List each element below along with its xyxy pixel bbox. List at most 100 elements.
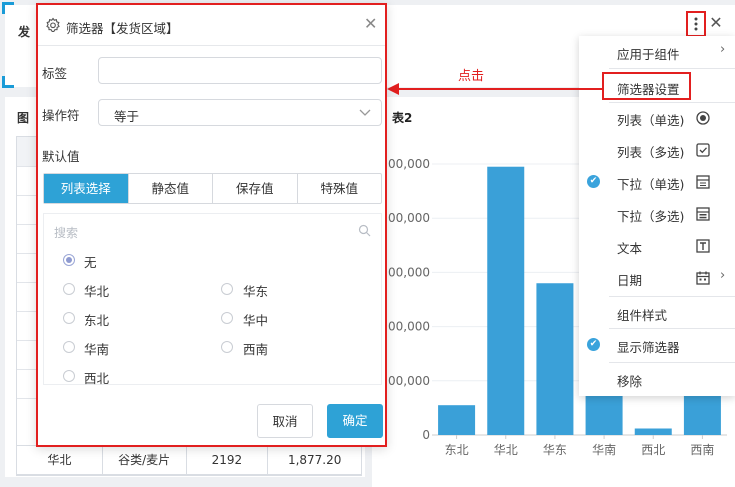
- y-tick-label: 00,000: [388, 211, 430, 225]
- menu-item-remove[interactable]: 移除: [579, 363, 735, 395]
- close-icon[interactable]: ✕: [364, 14, 377, 33]
- operator-select-value: 等于: [114, 109, 140, 124]
- dropdown-icon: [696, 175, 710, 189]
- bar[interactable]: [438, 405, 476, 435]
- search-icon: [358, 224, 371, 237]
- menu-item-label: 日期: [617, 273, 643, 288]
- radio-option[interactable]: [221, 341, 233, 353]
- menu-item-label: 列表（单选): [617, 113, 685, 128]
- menu-item-dropdown-single[interactable]: ✔ 下拉（单选): [579, 166, 735, 198]
- radio-option[interactable]: [63, 283, 75, 295]
- menu-item-date[interactable]: 日期 ›: [579, 262, 735, 294]
- selection-corner: [2, 2, 14, 14]
- menu-item-dropdown-multi[interactable]: 下拉（多选): [579, 198, 735, 230]
- chevron-down-icon: [359, 109, 371, 116]
- tab-special-value[interactable]: 特殊值: [298, 174, 382, 203]
- table-cell: 华北: [17, 446, 103, 474]
- y-tick-label: 00,000: [388, 374, 430, 388]
- option-label: 东北: [84, 313, 110, 328]
- option-label: 华南: [84, 342, 110, 357]
- dialog-header: 筛选器【发货区域】 ✕: [38, 5, 385, 46]
- check-icon: ✔: [587, 338, 600, 351]
- chart-title: 表2: [392, 111, 413, 125]
- menu-item-list-multi[interactable]: 列表（多选): [579, 134, 735, 166]
- annotation-arrow: [398, 88, 602, 90]
- menu-item-apply-to-component[interactable]: 应用于组件 ›: [579, 36, 735, 68]
- radio-option-none[interactable]: [63, 254, 75, 266]
- label-input[interactable]: [98, 57, 382, 84]
- x-tick-label: 华东: [543, 443, 567, 457]
- table-cell: 2192: [187, 446, 269, 474]
- menu-item-label: 列表（多选): [617, 145, 685, 160]
- option-label: 无: [84, 255, 97, 270]
- menu-item-label: 下拉（多选): [617, 209, 685, 224]
- bar[interactable]: [634, 428, 672, 435]
- more-vertical-icon: [694, 17, 698, 31]
- bar[interactable]: [683, 391, 721, 435]
- gear-icon: [46, 17, 60, 33]
- operator-select[interactable]: 等于: [98, 99, 382, 126]
- menu-item-label: 移除: [617, 374, 643, 389]
- radio-option[interactable]: [63, 341, 75, 353]
- x-tick-label: 西南: [690, 442, 714, 457]
- menu-item-text[interactable]: 文本: [579, 230, 735, 262]
- close-icon[interactable]: ✕: [707, 12, 725, 34]
- x-tick-label: 西北: [641, 443, 665, 457]
- highlight-box: [602, 72, 691, 100]
- text-icon: [696, 239, 710, 253]
- option-list: 搜索 无 华北 华东 东北 华中 华南 西南 西北: [43, 213, 382, 386]
- radio-option[interactable]: [63, 370, 75, 382]
- bar[interactable]: [487, 166, 525, 435]
- y-tick-label: 0: [422, 428, 430, 442]
- table-title: 图: [17, 111, 30, 125]
- menu-item-label: 下拉（单选): [617, 177, 685, 192]
- annotation-label: 点击: [458, 69, 485, 84]
- table-cell: 谷类/麦片: [103, 446, 187, 474]
- default-value-tabs: 列表选择 静态值 保存值 特殊值: [43, 173, 382, 204]
- confirm-button[interactable]: 确定: [327, 404, 383, 438]
- tab-static-value[interactable]: 静态值: [129, 174, 213, 203]
- x-tick-label: 华北: [494, 443, 518, 457]
- table-cell: 1,877.20: [287, 453, 342, 467]
- card-title: 发: [18, 25, 31, 39]
- option-label: 华东: [243, 284, 269, 299]
- bar[interactable]: [585, 391, 623, 435]
- radio-option[interactable]: [221, 312, 233, 324]
- x-tick-label: 东北: [445, 443, 469, 457]
- selection-corner: [2, 76, 14, 88]
- chevron-right-icon: ›: [720, 42, 726, 57]
- checkbox-icon: [696, 143, 710, 157]
- option-label: 西南: [243, 342, 269, 357]
- menu-item-label: 应用于组件: [617, 47, 680, 62]
- default-value-label: 默认值: [42, 149, 80, 164]
- menu-item-label: 组件样式: [617, 308, 668, 323]
- option-label: 华中: [243, 313, 269, 328]
- cancel-button[interactable]: 取消: [257, 404, 313, 438]
- y-tick-label: 00,000: [388, 320, 430, 334]
- table-row[interactable]: 华北 谷类/麦片 2192 1,877.20: [16, 445, 362, 475]
- y-tick-label: 00,000: [388, 265, 430, 279]
- radio-option[interactable]: [221, 283, 233, 295]
- option-label: 华北: [84, 284, 110, 299]
- tab-saved-value[interactable]: 保存值: [213, 174, 298, 203]
- filter-settings-dialog: 筛选器【发货区域】 ✕ 标签 操作符 等于 默认值 列表选择 静态值 保存值 特…: [36, 3, 387, 447]
- calendar-icon: [696, 271, 710, 285]
- label-field-label: 标签: [42, 66, 68, 81]
- x-tick-label: 华南: [592, 442, 616, 457]
- check-icon: ✔: [587, 175, 600, 188]
- menu-item-label: 文本: [617, 241, 643, 256]
- menu-item-component-style[interactable]: 组件样式: [579, 297, 735, 329]
- radio-icon: [696, 111, 710, 125]
- arrow-left-icon: [387, 83, 399, 95]
- menu-item-show-filter[interactable]: ✔ 显示筛选器: [579, 329, 735, 361]
- dialog-title: 筛选器【发货区域】: [66, 21, 179, 36]
- operator-field-label: 操作符: [42, 108, 80, 123]
- search-input[interactable]: 搜索: [54, 224, 78, 241]
- dropdown-multi-icon: [696, 207, 710, 221]
- tab-list-select[interactable]: 列表选择: [44, 174, 129, 203]
- radio-option[interactable]: [63, 312, 75, 324]
- bar[interactable]: [536, 283, 574, 435]
- menu-item-list-single[interactable]: 列表（单选): [579, 102, 735, 134]
- more-options-button[interactable]: [686, 11, 706, 37]
- menu-item-label: 显示筛选器: [617, 340, 680, 355]
